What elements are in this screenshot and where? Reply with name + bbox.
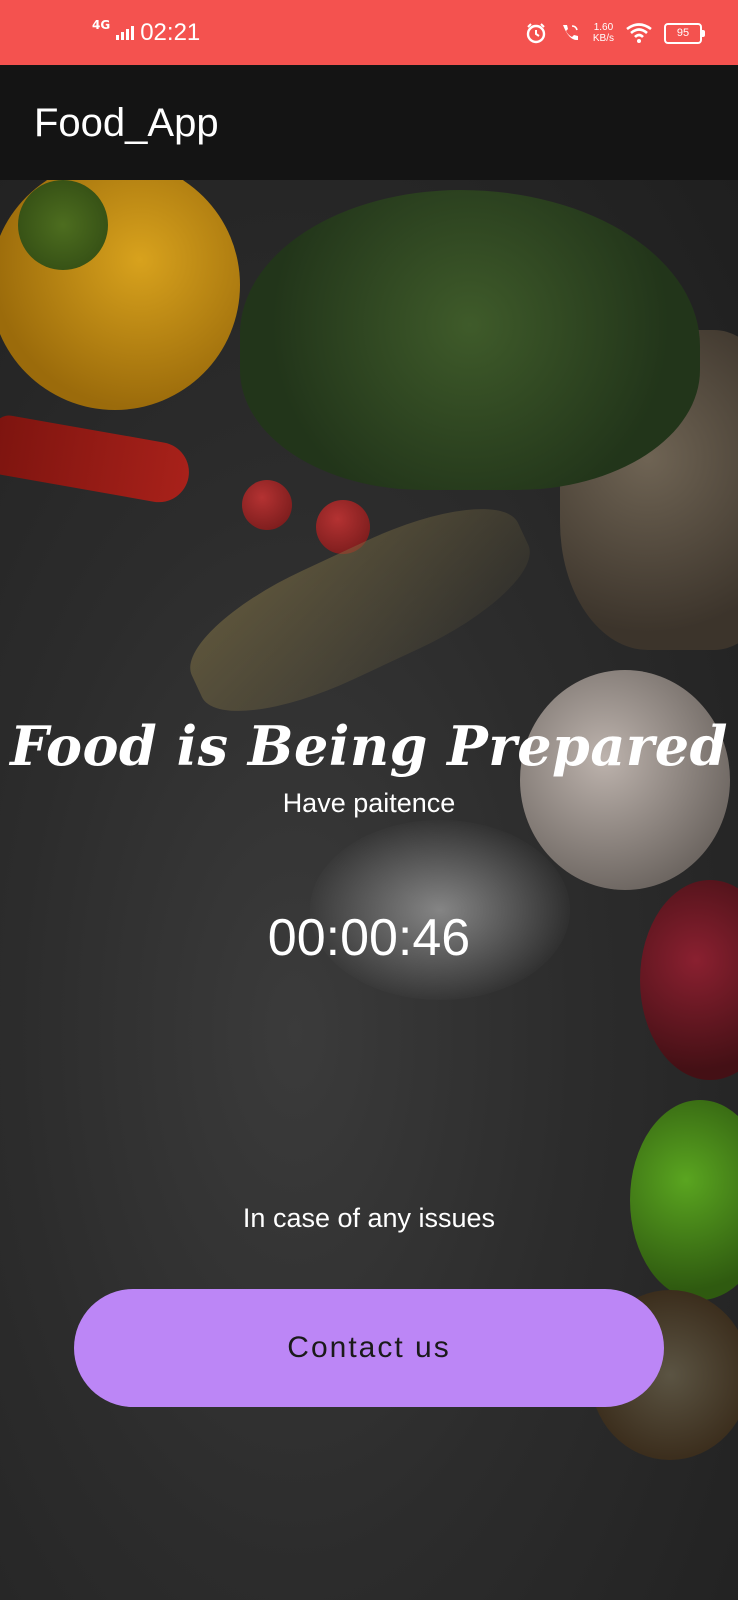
alarm-icon [526,23,546,44]
status-left: 4G 02:21 [92,18,200,48]
pepper-stem-image [18,180,108,270]
lime-image [630,1100,738,1300]
wifi-call-icon [562,25,578,41]
speed-value: 1.60 [593,22,614,33]
network-speed: 1.60 KB/s [593,22,614,44]
status-time: 02:21 [140,19,201,46]
battery-icon: 95 [664,22,705,44]
signal-icon [116,26,135,40]
network-type: 4G [92,18,111,32]
tomato-image [242,480,292,530]
preparing-heading: Food is Being Prepared [10,714,728,778]
chili-image [0,413,194,507]
battery-level: 95 [676,27,690,39]
app-title: Food_App [34,101,219,145]
status-bar: 4G 02:21 1.60 KB/s 95 [0,0,738,65]
garlic-image [520,670,730,890]
issues-text: In case of any issues [242,1203,496,1233]
patience-text: Have paitence [282,788,456,818]
status-right: 1.60 KB/s 95 [525,22,705,44]
wifi-icon [626,23,652,43]
app-bar: Food_App [0,65,738,180]
contact-us-button[interactable]: Contact us [74,1289,664,1407]
speed-unit: KB/s [592,33,614,44]
broccoli-image [240,190,700,490]
countdown-timer: 00:00:46 [267,909,471,967]
